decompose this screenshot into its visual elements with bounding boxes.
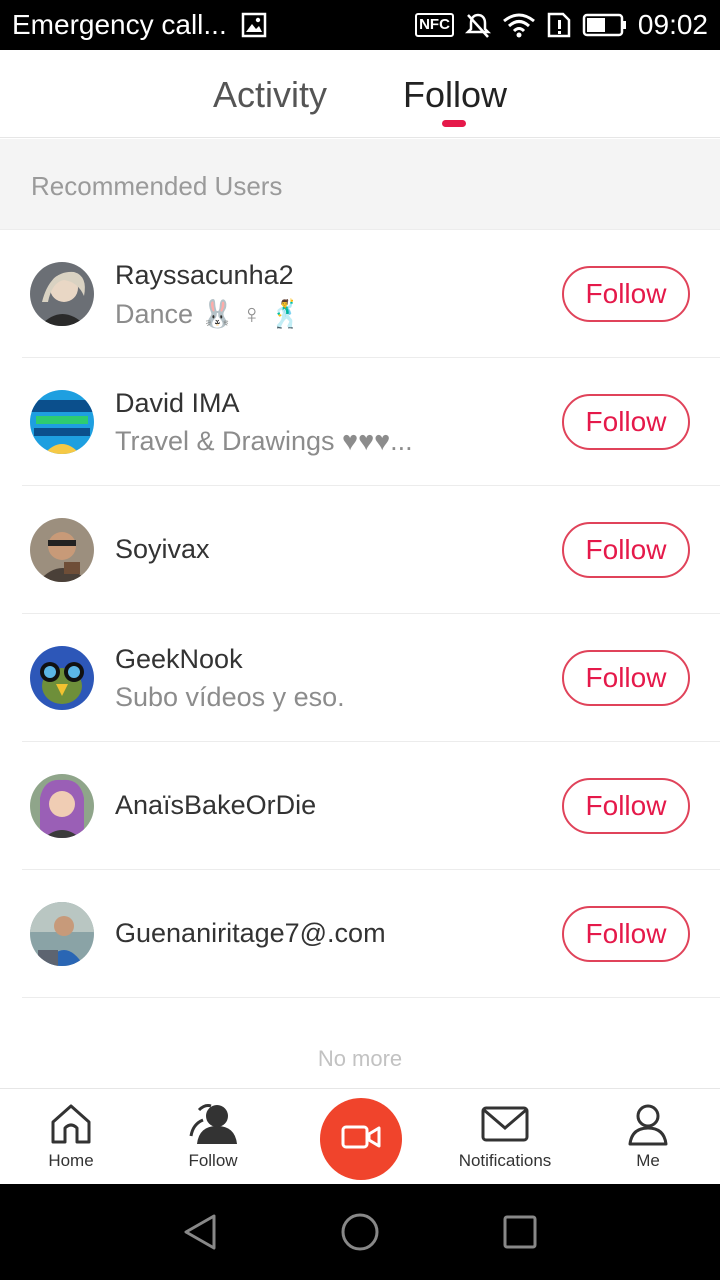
list-item[interactable]: GeekNook Subo vídeos y eso. Follow <box>0 614 720 742</box>
avatar[interactable] <box>30 774 94 838</box>
nav-me-label: Me <box>636 1151 660 1170</box>
profile-icon <box>626 1101 670 1147</box>
user-name: Guenaniritage7@.com <box>115 918 386 948</box>
battery-icon <box>582 13 628 37</box>
system-nav-bar <box>0 1184 720 1280</box>
user-name: Soyivax <box>115 534 210 564</box>
follow-button[interactable]: Follow <box>562 778 690 834</box>
follow-button[interactable]: Follow <box>562 906 690 962</box>
status-bar: Emergency call... NFC 09:02 <box>0 0 720 50</box>
divider <box>22 997 720 998</box>
home-icon <box>49 1101 93 1147</box>
nav-follow[interactable]: Follow <box>163 1089 263 1185</box>
no-more-label: No more <box>317 1046 403 1071</box>
user-bio: Dance 🐰 ♀ 🕺 <box>115 299 304 329</box>
user-list: Rayssacunha2 Dance 🐰 ♀ 🕺 Follow David IM… <box>0 230 720 998</box>
follow-people-icon <box>187 1101 239 1147</box>
record-video-button[interactable] <box>320 1098 402 1180</box>
tab-activity[interactable]: Activity <box>213 74 327 116</box>
list-item[interactable]: AnaïsBakeOrDie Follow <box>0 742 720 870</box>
section-header: Recommended Users <box>0 139 720 230</box>
user-name: GeekNook <box>115 644 243 674</box>
user-name: Rayssacunha2 <box>115 260 294 290</box>
avatar[interactable] <box>30 262 94 326</box>
nav-me[interactable]: Me <box>598 1089 698 1185</box>
video-camera-icon <box>341 1123 381 1156</box>
recents-icon[interactable] <box>500 1212 540 1252</box>
avatar[interactable] <box>30 646 94 710</box>
nav-follow-label: Follow <box>188 1151 238 1170</box>
list-item[interactable]: Soyivax Follow <box>0 486 720 614</box>
nav-notifications[interactable]: Notifications <box>440 1089 570 1185</box>
user-bio: Travel & Drawings ♥♥♥... <box>115 426 413 456</box>
nfc-icon: NFC <box>415 13 454 37</box>
mute-icon <box>464 11 492 39</box>
follow-button[interactable]: Follow <box>562 650 690 706</box>
nav-notifications-label: Notifications <box>458 1151 552 1170</box>
status-time: 09:02 <box>637 9 708 40</box>
nav-home[interactable]: Home <box>21 1089 121 1185</box>
avatar[interactable] <box>30 518 94 582</box>
back-icon[interactable] <box>180 1212 220 1252</box>
nav-home-label: Home <box>48 1151 94 1170</box>
user-name: AnaïsBakeOrDie <box>115 790 317 820</box>
avatar[interactable] <box>30 390 94 454</box>
follow-button[interactable]: Follow <box>562 522 690 578</box>
user-bio: Subo vídeos y eso. <box>115 682 345 712</box>
image-icon <box>241 12 267 38</box>
active-tab-indicator <box>442 120 466 127</box>
follow-button[interactable]: Follow <box>562 266 690 322</box>
avatar[interactable] <box>30 902 94 966</box>
wifi-icon <box>502 11 536 39</box>
status-left-text: Emergency call... <box>12 9 227 40</box>
home-circle-icon[interactable] <box>340 1212 380 1252</box>
sim-alert-icon <box>546 11 572 39</box>
list-item[interactable]: Rayssacunha2 Dance 🐰 ♀ 🕺 Follow <box>0 230 720 358</box>
mail-icon <box>480 1101 530 1147</box>
tab-follow[interactable]: Follow <box>403 74 507 116</box>
user-name: David IMA <box>115 388 240 418</box>
list-item[interactable]: David IMA Travel & Drawings ♥♥♥... Follo… <box>0 358 720 486</box>
top-tab-bar: Activity Follow <box>0 50 720 138</box>
follow-button[interactable]: Follow <box>562 394 690 450</box>
section-title: Recommended Users <box>31 171 283 201</box>
list-item[interactable]: Guenaniritage7@.com Follow <box>0 870 720 998</box>
